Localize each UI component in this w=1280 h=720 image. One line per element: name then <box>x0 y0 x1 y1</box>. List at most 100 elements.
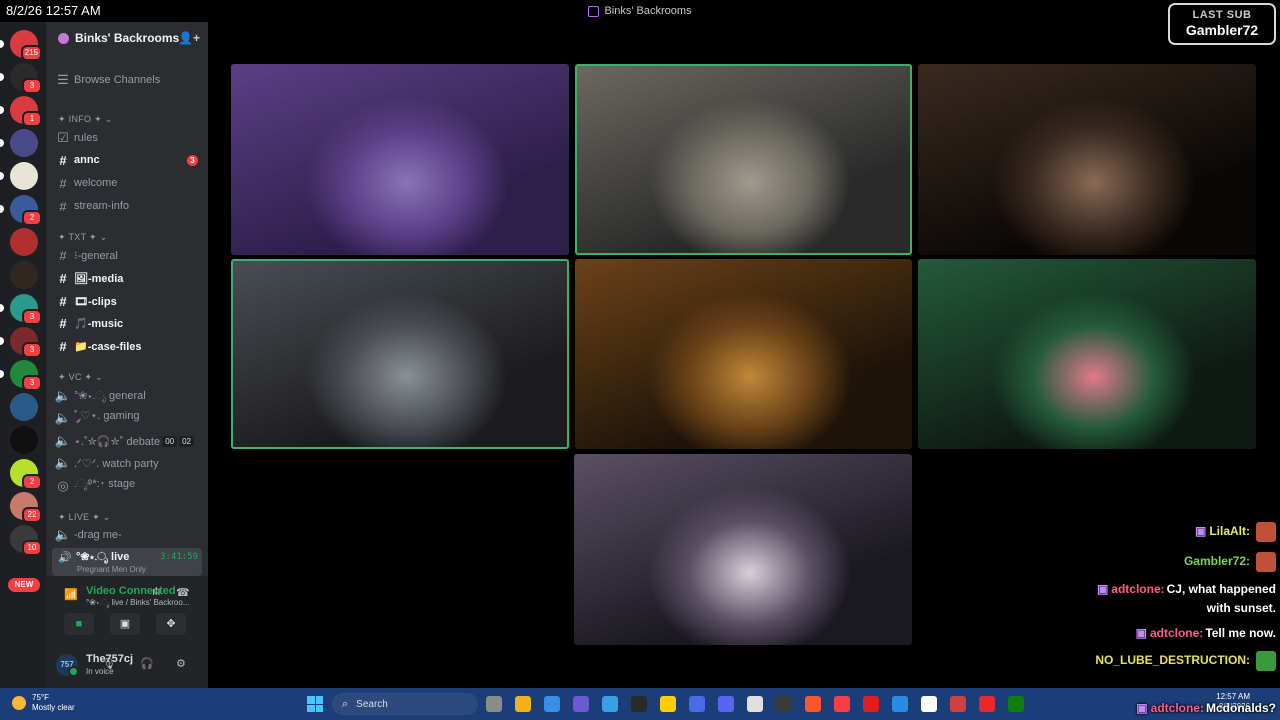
server-icon[interactable]: 3 <box>10 294 42 325</box>
category-txt[interactable]: ✦ TXT ✦ ⌄ <box>58 232 108 243</box>
taskbar-app-icon[interactable] <box>718 696 734 712</box>
taskbar-app-icon[interactable] <box>486 696 502 712</box>
video-tile-6[interactable] <box>918 259 1256 449</box>
video-tile-5[interactable] <box>575 259 912 449</box>
server-icon[interactable] <box>10 228 38 256</box>
headphones-icon[interactable]: 🎧 <box>140 657 154 670</box>
video-tile-7[interactable] <box>574 454 912 645</box>
server-icon[interactable]: 22 <box>10 492 42 523</box>
server-icon[interactable]: 2 <box>10 195 42 226</box>
chat-username: adtclone: <box>1150 701 1204 715</box>
server-icon[interactable]: 3 <box>10 63 42 94</box>
voice-channel-drag-me[interactable]: 🔈 -drag me- <box>54 525 202 545</box>
taskbar-app-icon[interactable] <box>660 696 676 712</box>
stage-channel[interactable]: ◎ .ೃ࿔*:･ stage <box>54 476 202 496</box>
voice-status[interactable]: Video Connected <box>86 585 176 597</box>
channel-clips[interactable]: # 🎞-clips <box>54 291 202 311</box>
add-user-icon[interactable]: 👤+ <box>178 31 200 45</box>
online-status-dot <box>68 666 79 677</box>
server-icon[interactable]: 2 <box>10 459 42 490</box>
activities-button[interactable]: ✥ <box>156 613 186 635</box>
server-icon[interactable] <box>10 129 38 157</box>
channel-welcome[interactable]: # welcome <box>54 173 202 193</box>
channel-rules[interactable]: ☑ rules <box>54 128 202 148</box>
new-badge[interactable]: NEW <box>8 578 40 592</box>
chat-username: Gambler72: <box>1183 554 1250 569</box>
channel-music[interactable]: # 🎵-music <box>54 313 202 333</box>
taskbar-app-icon[interactable] <box>602 696 618 712</box>
weather-condition: Mostly clear <box>32 703 75 712</box>
taskbar-app-icon[interactable] <box>544 696 560 712</box>
server-icon[interactable]: 3 <box>10 327 42 358</box>
voice-channel-path[interactable]: °❀⋆.ೃ live / Binks' Backroo... <box>86 598 190 608</box>
avatar[interactable]: 757 <box>56 654 79 677</box>
search-label: Search <box>356 698 388 710</box>
taskbar-app-icon[interactable] <box>573 696 589 712</box>
notification-badge: 1 <box>22 111 42 127</box>
unread-pill <box>0 73 4 81</box>
noise-suppression-icon[interactable]: ılı <box>152 586 161 598</box>
taskbar-app-icon[interactable] <box>689 696 705 712</box>
voice-channel-live[interactable]: 🔊 °❀⋆.ೃ live 3:41:59 Pregnant Men Only <box>52 548 202 576</box>
disconnect-icon[interactable]: ☎ <box>176 586 190 599</box>
video-tile-2[interactable] <box>575 64 912 255</box>
server-icon[interactable] <box>10 261 38 289</box>
server-icon[interactable]: 1 <box>10 96 42 127</box>
taskbar-app-icon[interactable] <box>863 696 879 712</box>
video-tile-3[interactable] <box>918 64 1256 255</box>
signal-icon[interactable]: 📶 <box>64 588 78 601</box>
video-tile-1[interactable] <box>231 64 569 255</box>
taskbar-app-icon[interactable] <box>950 696 966 712</box>
browse-channels[interactable]: ☰ Browse Channels <box>54 70 202 90</box>
channel-label: stream-info <box>74 200 130 212</box>
chat-message: ▣ adtclone: CJ, what happened <box>1097 582 1276 596</box>
notification-badge: 2 <box>22 210 42 226</box>
taskbar-app-icon[interactable] <box>776 696 792 712</box>
taskbar-app-icon[interactable] <box>515 696 531 712</box>
taskbar-app-icon[interactable] <box>747 696 763 712</box>
voice-channel-debate[interactable]: 🔈 ⋆.˚✮🎧✮˚ debate 00 02 <box>54 431 202 451</box>
settings-gear-icon[interactable]: ⚙ <box>176 657 186 670</box>
hash-icon: # <box>59 293 67 309</box>
channel-media[interactable]: # 🖼-media <box>54 268 202 288</box>
server-icon[interactable]: 3 <box>10 360 42 391</box>
taskbar-app-icon[interactable] <box>631 696 647 712</box>
channel-annc[interactable]: # annc 3 <box>54 150 202 170</box>
category-vc[interactable]: ✦ VC ✦ ⌄ <box>58 372 103 383</box>
speaker-icon: 🔈 <box>54 455 72 470</box>
chat-username: adtclone: <box>1149 626 1204 640</box>
taskbar-app-icon[interactable] <box>1008 696 1024 712</box>
channel-case-files[interactable]: # 📁-case-files <box>54 336 202 356</box>
taskbar-app-icon[interactable] <box>892 696 908 712</box>
screen-share-button[interactable]: ▣ <box>110 613 140 635</box>
taskbar-app-icon[interactable] <box>921 696 937 712</box>
microphone-icon[interactable]: 🎙 <box>102 657 116 670</box>
server-icon[interactable] <box>10 393 38 421</box>
channel-label: 🎵-music <box>74 317 124 330</box>
window-title: Binks' Backrooms <box>0 0 1280 22</box>
sub-badge-icon: ▣ <box>1135 626 1147 640</box>
taskbar-search[interactable]: ⌕ Search <box>332 693 478 715</box>
category-live[interactable]: ✦ LIVE ✦ ⌄ <box>58 512 111 523</box>
taskbar-app-icon[interactable] <box>979 696 995 712</box>
channel-stream-info[interactable]: # stream-info <box>54 196 202 216</box>
windows-start-icon[interactable] <box>307 696 323 712</box>
taskbar-app-icon[interactable] <box>834 696 850 712</box>
channel-general[interactable]: # ⁝-general <box>54 245 202 265</box>
chat-username: LilaAlt: <box>1209 524 1250 539</box>
server-icon[interactable]: 215 <box>10 30 42 61</box>
server-icon[interactable] <box>10 426 38 454</box>
server-icon[interactable]: 10 <box>10 525 42 556</box>
channel-label: 🖼-media <box>74 272 124 285</box>
windows-taskbar: 75°F Mostly clear ⌕ Search 12:57 AM 8/2/202… <box>0 688 1280 720</box>
server-header[interactable]: Binks' Backrooms ⌄ 👤+ <box>46 22 208 54</box>
speaker-icon: 🔈 <box>54 388 72 403</box>
video-tile-4[interactable] <box>231 259 569 449</box>
category-info[interactable]: ✦ INFO ✦ ⌄ <box>58 114 113 125</box>
taskbar-app-icon[interactable] <box>805 696 821 712</box>
server-icon[interactable] <box>10 162 38 190</box>
chat-username: adtclone: <box>1111 582 1165 596</box>
camera-button[interactable]: ■ <box>64 613 94 635</box>
weather-widget[interactable]: 75°F Mostly clear <box>12 693 75 713</box>
voice-channel-gaming[interactable]: 🔈 ˚ ༘♡⋆. gaming <box>54 408 202 428</box>
